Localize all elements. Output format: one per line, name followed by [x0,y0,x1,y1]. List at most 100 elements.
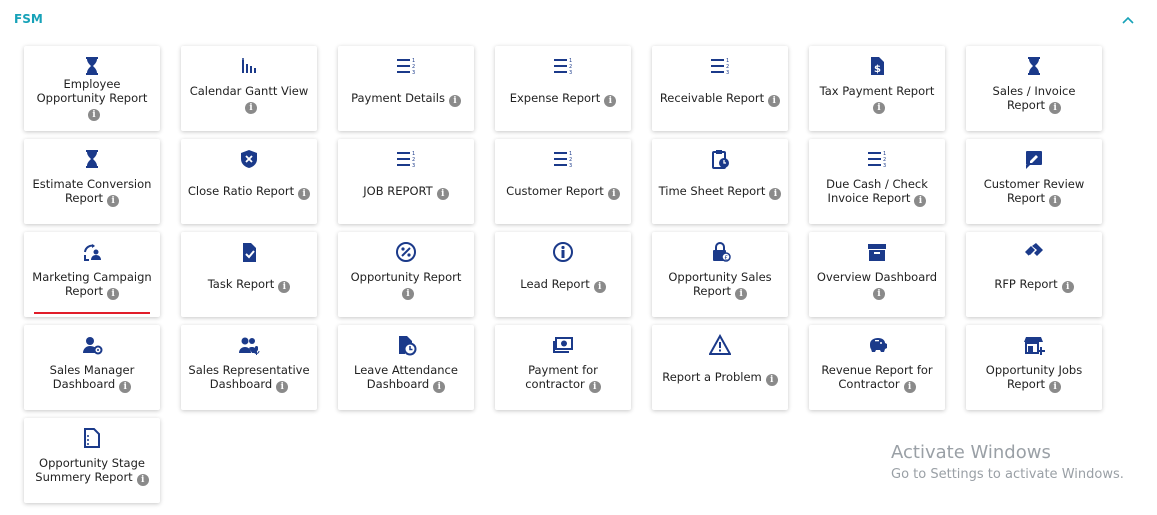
report-tile-sales-manager-dashboard[interactable]: Sales Manager Dashboard i [24,325,160,410]
svg-text:3: 3 [569,163,572,169]
svg-text:3: 3 [569,70,572,76]
cash-icon [553,337,573,353]
report-tile-label: Time Sheet Report i [659,184,782,200]
shield-x-icon [241,150,257,168]
archive-box-icon [868,244,886,261]
report-tile-payment-details[interactable]: 1 2 3 Payment Details i [338,46,474,131]
bar-chart-icon [242,58,256,73]
report-tile-label-text: Time Sheet Report [658,184,766,198]
report-tile-employee-opportunity-report[interactable]: Employee Opportunity Report i [24,46,160,131]
info-icon[interactable]: i [88,109,100,121]
report-tile-receivable-report[interactable]: 1 2 3 Receivable Report i [652,46,788,131]
info-icon[interactable]: i [1061,281,1074,293]
report-tile-label-text: Sales Representative Dashboard [188,363,310,391]
report-tile-lead-report[interactable]: Lead Report i [495,232,631,317]
info-icon[interactable]: i [436,188,449,200]
report-tile-label: Payment for contractor i [501,363,625,393]
info-icon[interactable]: i [136,474,149,486]
report-tile-opportunity-sales-report[interactable]: £ Opportunity Sales Report i [652,232,788,317]
report-tile-label: Receivable Report i [660,91,781,107]
report-tile-rfp-report[interactable]: RFP Report i [966,232,1102,317]
report-tile-label: Leave Attendance Dashboard i [344,363,468,393]
report-tile-report-a-problem[interactable]: Report a Problem i [652,325,788,410]
report-tile-payment-for-contractor[interactable]: Payment for contractor i [495,325,631,410]
report-tile-leave-attendance-dashboard[interactable]: Leave Attendance Dashboard i [338,325,474,410]
report-tile-label: Payment Details i [351,91,461,107]
info-icon[interactable]: i [873,102,885,114]
info-icon[interactable]: i [914,195,927,207]
dotted-file-icon [84,428,100,448]
info-icon[interactable]: i [593,281,606,293]
report-tile-revenue-report-for-contractor[interactable]: Revenue Report for Contractor i [809,325,945,410]
report-tile-estimate-conversion-report[interactable]: Estimate Conversion Report i [24,139,160,224]
info-icon[interactable]: i [298,188,311,200]
info-icon[interactable]: i [107,195,120,207]
info-icon[interactable]: i [735,288,748,300]
report-tile-label: Lead Report i [520,277,606,293]
report-tile-marketing-campaign-report[interactable]: Marketing Campaign Report i [24,232,160,317]
report-tile-label-text: Opportunity Report [350,270,462,284]
report-tile-label: Customer Report i [506,184,620,200]
report-tile-job-report[interactable]: 1 2 3 JOB REPORT i [338,139,474,224]
report-tile-opportunity-stage-summery-report[interactable]: Opportunity Stage Summery Report i [24,418,160,503]
report-tile-label: Overview Dashboard i [815,270,939,300]
report-tile-close-ratio-report[interactable]: Close Ratio Report i [181,139,317,224]
report-tile-time-sheet-report[interactable]: Time Sheet Report i [652,139,788,224]
hourglass-icon [1028,57,1040,75]
clipboard-clock-icon [712,150,729,169]
report-tile-label: Calendar Gantt View i [187,84,311,114]
info-icon[interactable]: i [276,381,289,393]
info-icon[interactable]: i [768,95,781,107]
info-icon[interactable]: i [433,381,446,393]
store-plus-icon [1024,337,1045,355]
info-icon[interactable]: i [278,281,291,293]
users-mic-icon [239,337,260,355]
svg-text:$: $ [874,64,881,75]
report-tile-tax-payment-report[interactable]: $ Tax Payment Report i [809,46,945,131]
info-icon[interactable]: i [1049,381,1062,393]
section-title[interactable]: FSM [14,12,43,26]
report-tile-overview-dashboard[interactable]: Overview Dashboard i [809,232,945,317]
report-tile-label-text: Opportunity Stage Summery Report [35,456,145,484]
info-icon[interactable]: i [448,95,461,107]
info-icon[interactable]: i [588,381,601,393]
info-icon[interactable]: i [402,288,414,300]
report-tile-customer-report[interactable]: 1 2 3 Customer Report i [495,139,631,224]
edit-box-icon [1026,151,1042,169]
report-tile-sales-invoice-report[interactable]: Sales / Invoice Report i [966,46,1102,131]
report-tile-label-text: Due Cash / Check Invoice Report [826,177,928,205]
report-tile-label-text: JOB REPORT [363,184,433,198]
report-tile-expense-report[interactable]: 1 2 3 Expense Report i [495,46,631,131]
info-icon[interactable]: i [245,102,257,114]
report-tile-label: Opportunity Jobs Report i [972,363,1096,393]
info-icon[interactable]: i [903,381,916,393]
info-icon[interactable]: i [873,288,885,300]
report-tile-customer-review-report[interactable]: Customer Review Report i [966,139,1102,224]
report-tile-label-text: Revenue Report for Contractor [821,363,933,391]
info-icon[interactable]: i [107,288,120,300]
report-tile-label-text: Lead Report [520,277,590,291]
piggy-bank-icon [870,338,887,352]
info-icon[interactable]: i [1049,102,1062,114]
report-tile-opportunity-report[interactable]: Opportunity Report i [338,232,474,317]
info-icon[interactable]: i [765,374,778,386]
info-icon[interactable]: i [604,95,617,107]
numbered-list-icon: 123 [554,58,572,76]
info-icon[interactable]: i [769,188,782,200]
watermark-title: Activate Windows [891,442,1051,463]
report-tile-calendar-gantt-view[interactable]: Calendar Gantt View i [181,46,317,131]
report-tile-opportunity-jobs-report[interactable]: Opportunity Jobs Report i [966,325,1102,410]
info-icon[interactable]: i [1049,195,1062,207]
report-grid: Employee Opportunity Reporti Calendar Gan… [24,46,1102,503]
report-tile-sales-representative-dashboard[interactable]: Sales Representative Dashboard i [181,325,317,410]
chevron-up-icon[interactable] [1121,14,1135,26]
report-tile-label: Customer Review Report i [972,177,1096,207]
report-tile-task-report[interactable]: Task Report i [181,232,317,317]
info-icon[interactable]: i [119,381,132,393]
report-tile-due-cash-check-invoice-report[interactable]: 1 2 3 Due Cash / Check Invoice Report i [809,139,945,224]
report-tile-label: RFP Report i [994,277,1074,293]
report-tile-label: Marketing Campaign Report i [30,270,154,300]
hourglass-icon [86,57,98,75]
report-tile-label-text: Customer Review Report [983,177,1085,205]
info-icon[interactable]: i [607,188,620,200]
